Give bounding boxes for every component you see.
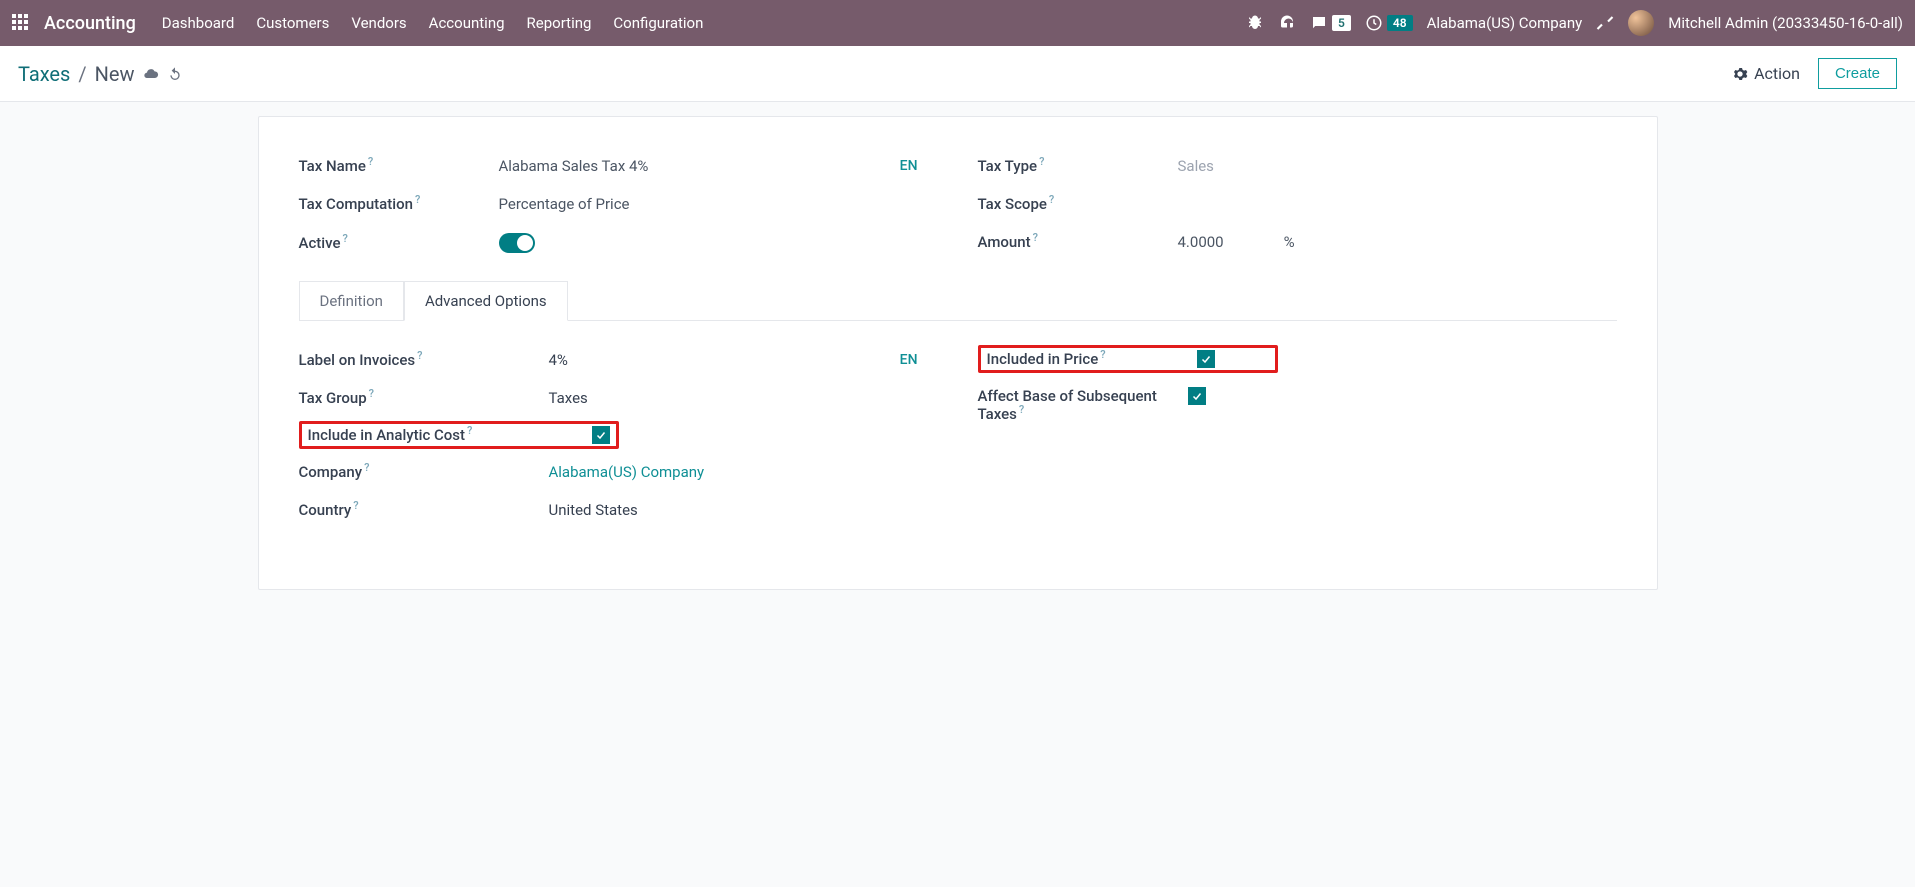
nav-dashboard[interactable]: Dashboard <box>162 14 235 32</box>
include-analytic-label: Include in Analytic Cost? <box>308 426 473 444</box>
tab-advanced-options[interactable]: Advanced Options <box>404 281 568 321</box>
nav-accounting[interactable]: Accounting <box>429 14 505 32</box>
included-price-highlight: Included in Price? <box>978 345 1278 373</box>
create-button[interactable]: Create <box>1818 58 1897 89</box>
cloud-save-icon[interactable] <box>143 66 159 82</box>
tools-icon[interactable] <box>1596 14 1614 32</box>
amount-value[interactable]: 4.0000 <box>1178 233 1224 251</box>
breadcrumb: Taxes / New <box>18 62 183 86</box>
chat-icon <box>1310 14 1328 32</box>
avatar[interactable] <box>1628 10 1654 36</box>
label-invoices-value[interactable]: 4% <box>549 351 900 369</box>
gear-icon <box>1732 66 1748 82</box>
tax-name-value[interactable]: Alabama Sales Tax 4% <box>499 157 900 175</box>
clock-icon <box>1365 14 1383 32</box>
bug-icon[interactable] <box>1246 14 1264 32</box>
action-label: Action <box>1754 64 1800 83</box>
nav-vendors[interactable]: Vendors <box>351 14 406 32</box>
nav-customers[interactable]: Customers <box>256 14 329 32</box>
tax-scope-label: Tax Scope? <box>978 195 1178 213</box>
discard-icon[interactable] <box>167 66 183 82</box>
tax-type-label: Tax Type? <box>978 157 1178 175</box>
action-menu[interactable]: Action <box>1732 64 1800 83</box>
tax-group-label: Tax Group? <box>299 389 549 407</box>
action-bar: Taxes / New Action Create <box>0 46 1915 102</box>
tabs: Definition Advanced Options <box>299 281 1617 321</box>
company-value[interactable]: Alabama(US) Company <box>549 463 938 481</box>
label-invoices-label: Label on Invoices? <box>299 351 549 369</box>
country-value[interactable]: United States <box>549 501 938 519</box>
company-label: Company? <box>299 463 549 481</box>
amount-label: Amount? <box>978 233 1178 251</box>
active-toggle[interactable] <box>499 233 535 253</box>
included-price-checkbox[interactable] <box>1197 350 1215 368</box>
form-card: Tax Name? Alabama Sales Tax 4% EN Tax Co… <box>258 116 1658 590</box>
tax-name-label: Tax Name? <box>299 157 499 175</box>
tab-definition[interactable]: Definition <box>299 281 404 320</box>
support-icon[interactable] <box>1278 14 1296 32</box>
affect-base-label: Affect Base of Subsequent Taxes? <box>978 387 1188 423</box>
tax-computation-label: Tax Computation? <box>299 195 499 213</box>
nav-links: Dashboard Customers Vendors Accounting R… <box>162 14 704 32</box>
lang-tag-name[interactable]: EN <box>900 158 938 174</box>
user-menu[interactable]: Mitchell Admin (20333450-16-0-all) <box>1668 14 1903 32</box>
include-analytic-checkbox[interactable] <box>592 426 610 444</box>
company-switcher[interactable]: Alabama(US) Company <box>1427 14 1583 32</box>
messages-badge: 5 <box>1332 15 1351 31</box>
amount-unit: % <box>1284 233 1295 251</box>
country-label: Country? <box>299 501 549 519</box>
lang-tag-invoice-label[interactable]: EN <box>900 352 938 368</box>
tax-type-value[interactable]: Sales <box>1178 157 1617 175</box>
affect-base-checkbox[interactable] <box>1188 387 1206 405</box>
messages-indicator[interactable]: 5 <box>1310 14 1351 32</box>
tax-group-value[interactable]: Taxes <box>549 389 938 407</box>
activities-badge: 48 <box>1387 15 1413 31</box>
app-brand[interactable]: Accounting <box>44 13 136 34</box>
tax-computation-value[interactable]: Percentage of Price <box>499 195 938 213</box>
breadcrumb-root[interactable]: Taxes <box>18 62 70 86</box>
breadcrumb-sep: / <box>78 62 86 86</box>
nav-configuration[interactable]: Configuration <box>613 14 703 32</box>
top-navbar: Accounting Dashboard Customers Vendors A… <box>0 0 1915 46</box>
included-price-label: Included in Price? <box>987 350 1197 368</box>
topnav-right: 5 48 Alabama(US) Company Mitchell Admin … <box>1246 10 1903 36</box>
apps-icon[interactable] <box>12 14 30 32</box>
active-label: Active? <box>299 234 499 252</box>
breadcrumb-current: New <box>95 62 135 86</box>
include-analytic-highlight: Include in Analytic Cost? <box>299 421 619 449</box>
activities-indicator[interactable]: 48 <box>1365 14 1413 32</box>
nav-reporting[interactable]: Reporting <box>527 14 592 32</box>
